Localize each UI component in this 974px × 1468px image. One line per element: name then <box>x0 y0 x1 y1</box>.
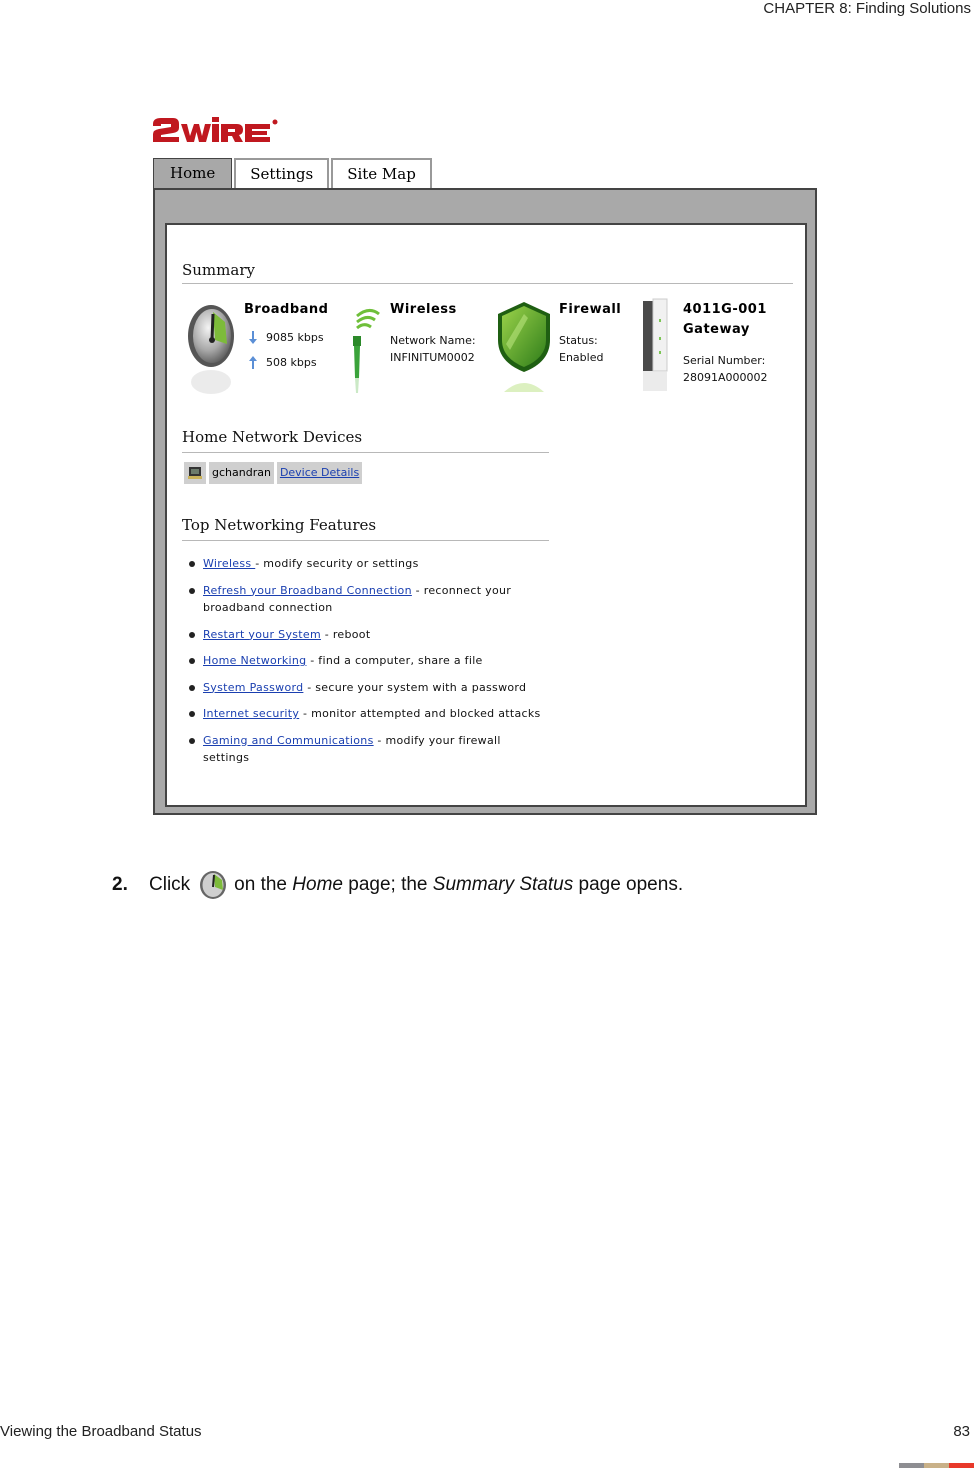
feature-item: Internet security - monitor attempted an… <box>189 705 543 723</box>
tab-settings[interactable]: Settings <box>234 158 330 188</box>
footer-color-bar <box>899 1463 974 1468</box>
step-number: 2. <box>112 874 128 895</box>
feature-link-restart-system[interactable]: Restart your System <box>203 628 321 641</box>
tab-home[interactable]: Home <box>153 158 233 189</box>
bullet-icon <box>189 737 195 744</box>
feature-link-gaming-communications[interactable]: Gaming and Communications <box>203 734 374 747</box>
footer-bar-segment <box>924 1463 949 1468</box>
feature-item: Gaming and Communications - modify your … <box>189 732 543 767</box>
feature-description: - find a computer, share a file <box>306 654 483 667</box>
gateway-device-icon[interactable] <box>637 295 673 395</box>
bullet-icon <box>189 561 195 567</box>
network-name-label: Network Name: <box>390 334 476 347</box>
feature-item: Home Networking - find a computer, share… <box>189 652 543 670</box>
feature-item: Refresh your Broadband Connection - reco… <box>189 582 543 617</box>
feature-description: - modify security or settings <box>255 557 419 570</box>
running-head: CHAPTER 8: Finding Solutions <box>763 0 971 17</box>
step-instruction: 2. Click on the Home page; the Summary S… <box>112 870 683 900</box>
tab-bar: Home Settings Site Map <box>153 158 434 189</box>
feature-link-internet-security[interactable]: Internet security <box>203 707 299 720</box>
computer-icon <box>184 462 206 484</box>
footer-section-title: Viewing the Broadband Status <box>0 1423 202 1440</box>
download-arrow-icon <box>249 331 257 344</box>
upload-speed: 508 kbps <box>266 356 317 369</box>
features-divider <box>182 540 549 541</box>
gateway-model: 4011G-001 <box>683 302 767 317</box>
serial-number-label: Serial Number: <box>683 354 766 367</box>
summary-title: Summary <box>182 261 255 279</box>
bullet-icon <box>189 711 195 717</box>
wireless-title: Wireless <box>390 302 457 317</box>
step-text: on the <box>234 874 287 895</box>
features-title: Top Networking Features <box>182 516 377 534</box>
2wire-logo <box>153 117 278 142</box>
app-frame: Summary Broadband 9085 kbps 508 kbps Wir… <box>153 188 817 815</box>
device-details-link[interactable]: Device Details <box>280 466 359 479</box>
feature-item: Wireless - modify security or settings <box>189 555 543 573</box>
broadband-title: Broadband <box>244 302 329 317</box>
features-list: Wireless - modify security or settings R… <box>189 555 543 776</box>
feature-description: - secure your system with a password <box>303 680 527 694</box>
step-text: page opens. <box>578 874 684 895</box>
feature-link-system-password[interactable]: System Password <box>203 681 303 694</box>
bullet-icon <box>189 658 195 664</box>
device-name: gchandran <box>209 462 274 484</box>
footer-bar-segment <box>899 1463 924 1468</box>
feature-description: - reboot <box>320 627 371 641</box>
antenna-icon[interactable] <box>347 300 383 395</box>
summary-status-reference: Summary Status <box>432 874 574 895</box>
page-number: 83 <box>953 1423 970 1440</box>
feature-link-wireless[interactable]: Wireless <box>203 557 255 570</box>
home-network-divider <box>182 452 549 453</box>
home-network-title: Home Network Devices <box>182 428 363 446</box>
content-panel: Summary Broadband 9085 kbps 508 kbps Wir… <box>165 223 807 807</box>
bullet-icon <box>189 684 195 691</box>
tab-site-map[interactable]: Site Map <box>331 158 432 188</box>
shield-icon[interactable] <box>494 300 554 395</box>
gateway-title: Gateway <box>683 322 750 337</box>
footer-bar-segment <box>949 1463 974 1468</box>
feature-link-home-networking[interactable]: Home Networking <box>203 654 306 667</box>
firewall-status-value: Enabled <box>559 351 604 364</box>
speedometer-icon[interactable] <box>185 300 237 395</box>
download-speed: 9085 kbps <box>266 331 324 344</box>
speedometer-icon <box>200 871 227 899</box>
feature-item: System Password - secure your system wit… <box>189 679 543 697</box>
firewall-title: Firewall <box>559 302 622 317</box>
step-text: Click <box>149 874 191 895</box>
home-page-reference: Home <box>292 874 343 895</box>
bullet-icon <box>189 631 195 638</box>
step-text: page; the <box>348 874 428 895</box>
firewall-status-label: Status: <box>559 334 598 347</box>
feature-description: - monitor attempted and blocked attacks <box>299 707 541 720</box>
upload-arrow-icon <box>249 356 257 369</box>
network-name-value: INFINITUM0002 <box>390 351 475 364</box>
feature-link-refresh-broadband[interactable]: Refresh your Broadband Connection <box>203 584 412 597</box>
feature-item: Restart your System - reboot <box>189 626 543 644</box>
device-row: gchandran Device Details <box>184 462 363 484</box>
summary-divider <box>182 283 793 284</box>
serial-number-value: 28091A000002 <box>683 371 768 384</box>
bullet-icon <box>189 587 195 594</box>
